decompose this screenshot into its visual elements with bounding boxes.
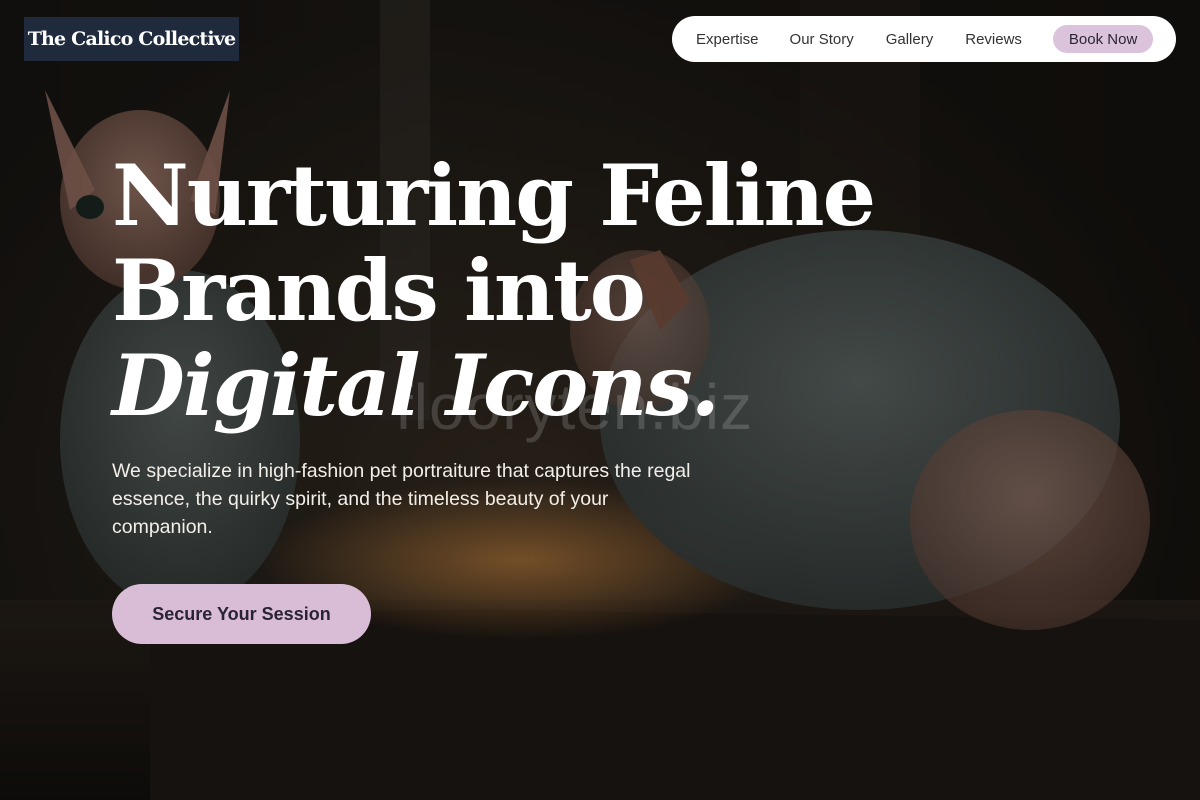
secure-session-button[interactable]: Secure Your Session [112,584,371,644]
top-nav: Expertise Our Story Gallery Reviews Book… [672,16,1176,62]
nav-link-our-story[interactable]: Our Story [790,31,854,48]
book-now-button[interactable]: Book Now [1052,25,1154,53]
nav-link-reviews[interactable]: Reviews [965,31,1022,48]
hero-title: Nurturing Feline Brands into Digital Ico… [112,146,876,435]
brand-logo[interactable]: The Calico Collective [24,17,239,61]
hero-subtitle: We specialize in high-fashion pet portra… [112,460,691,538]
hero-section: Nurturing Feline Brands into Digital Ico… [112,146,876,644]
hero-page: flooryten.biz The Calico Collective Expe… [0,0,1200,800]
hero-title-line-3: Digital Icons. [112,336,720,435]
nav-link-expertise[interactable]: Expertise [696,31,759,48]
brand-logo-text: The Calico Collective [27,28,236,50]
hero-title-line-2: Brands into [112,241,646,340]
nav-link-gallery[interactable]: Gallery [886,31,934,48]
hero-title-line-1: Nurturing Feline [112,146,876,245]
